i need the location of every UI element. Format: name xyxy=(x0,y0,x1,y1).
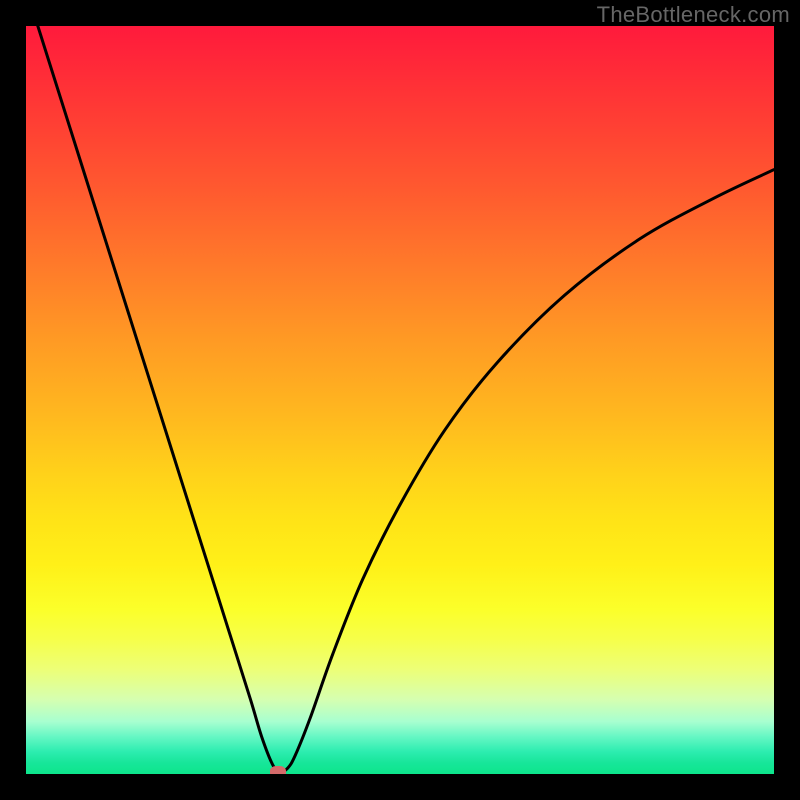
watermark-text: TheBottleneck.com xyxy=(597,2,790,28)
optimal-point-marker xyxy=(270,766,286,774)
chart-frame: TheBottleneck.com xyxy=(0,0,800,800)
curve-svg xyxy=(26,26,774,774)
bottleneck-curve xyxy=(26,26,774,772)
plot-area xyxy=(26,26,774,774)
